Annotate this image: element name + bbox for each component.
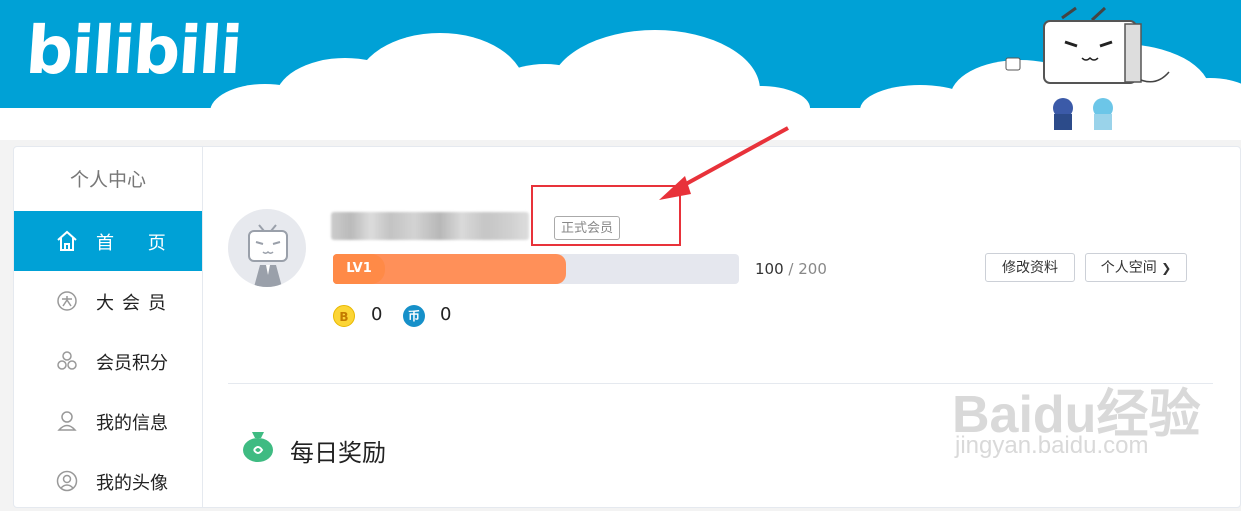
personal-space-label: 个人空间 (1100, 260, 1157, 276)
exp-readout: 100 / 200 (755, 260, 827, 278)
watermark-url: jingyan.baidu.com (955, 432, 1149, 459)
username-blurred (331, 212, 529, 240)
sidebar-item-label: 我的头像 (96, 473, 168, 494)
money-bag-icon (243, 432, 273, 462)
bilibili-logo[interactable]: bilibili (23, 6, 244, 96)
hard-coin-count: 0 (440, 304, 452, 325)
avatar-icon (56, 470, 78, 492)
personal-space-button[interactable]: 个人空间 ❯ (1085, 253, 1187, 282)
sidebar-item-points[interactable]: 会员积分 (14, 331, 202, 391)
chevron-right-icon: ❯ (1161, 261, 1172, 275)
edit-profile-button[interactable]: 修改资料 (985, 253, 1075, 282)
annotation-arrow-icon (659, 126, 789, 200)
default-tv-avatar-icon (248, 224, 288, 287)
sidebar-title: 个人中心 (69, 169, 146, 191)
hard-coin-icon: 币 (403, 305, 425, 327)
user-info-icon (57, 411, 77, 431)
header-banner: bilibili (0, 0, 1241, 140)
exp-separator: / (788, 260, 794, 278)
sidebar-item-vip[interactable]: 大会员 (14, 271, 202, 331)
level-badge: LV1 (333, 254, 385, 284)
sidebar: 个人中心 首 页 大会员 会员积分 我的信息 我的头像 (14, 147, 203, 507)
sidebar-item-my-avatar[interactable]: 我的头像 (14, 451, 202, 511)
sidebar-item-label: 我的信息 (96, 413, 168, 434)
sidebar-item-my-info[interactable]: 我的信息 (14, 391, 202, 451)
vip-icon (57, 291, 77, 311)
avatar[interactable] (228, 209, 306, 287)
exp-current: 100 (755, 260, 784, 278)
sidebar-item-label: 会员积分 (96, 353, 168, 374)
points-icon (57, 351, 77, 370)
sidebar-item-label: 大会员 (96, 293, 174, 314)
b-coin-icon: B (333, 305, 355, 327)
exp-max: 200 (798, 260, 827, 278)
b-coin-count: 0 (371, 304, 383, 325)
sidebar-item-home[interactable]: 首 页 (14, 211, 202, 271)
home-icon (57, 230, 77, 251)
sidebar-item-label: 首 页 (96, 233, 180, 254)
daily-reward-title: 每日奖励 (290, 439, 386, 467)
